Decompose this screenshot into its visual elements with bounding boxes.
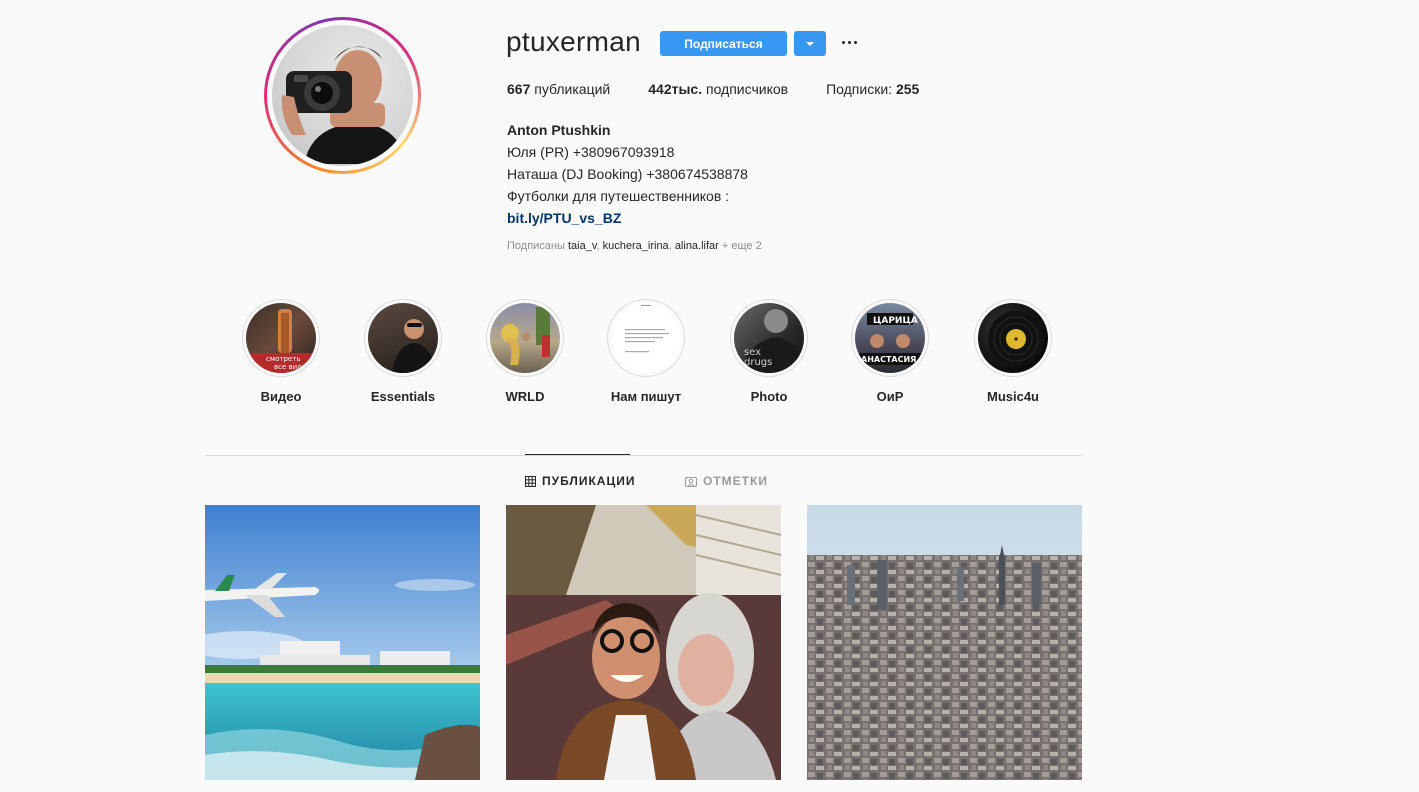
post-thumbnail[interactable] bbox=[506, 505, 781, 780]
avatar-portrait-icon bbox=[281, 46, 406, 164]
followed-by-more: + еще 2 bbox=[721, 240, 762, 252]
follow-button[interactable]: Подписаться bbox=[660, 31, 787, 56]
highlight-cover-text: АНАСТАСИЯ bbox=[861, 355, 916, 364]
full-name: Anton Ptushkin bbox=[507, 122, 611, 138]
tab-posts[interactable]: ПУБЛИКАЦИИ bbox=[525, 474, 635, 488]
followed-by-prefix: Подписаны bbox=[507, 240, 565, 252]
highlight-cover-text: drugs bbox=[744, 357, 772, 368]
highlight-cover-text: все видео bbox=[274, 363, 311, 371]
profile-avatar[interactable] bbox=[264, 17, 421, 174]
vinyl-record-icon bbox=[988, 311, 1044, 367]
following-stat[interactable]: Подписки: 255 bbox=[826, 81, 919, 97]
posts-label: публикаций bbox=[534, 81, 611, 97]
highlight-cover-text: ЦАРИЦА bbox=[873, 316, 918, 326]
highlight-cover bbox=[978, 303, 1048, 373]
username: ptuxerman bbox=[506, 26, 641, 57]
highlight-label: WRLD bbox=[505, 389, 545, 404]
bio-link[interactable]: bit.ly/PTU_vs_BZ bbox=[507, 207, 748, 229]
posts-count: 667 bbox=[507, 81, 531, 97]
followers-stat[interactable]: 442тыс. подписчиков bbox=[648, 81, 788, 97]
followed-by[interactable]: Подписаны taia_v, kuchera_irina, alina.l… bbox=[507, 240, 762, 252]
highlight-ring bbox=[607, 299, 685, 377]
more-dot bbox=[847, 40, 851, 44]
followers-label: подписчиков bbox=[706, 81, 789, 97]
followers-count: 442тыс. bbox=[648, 81, 703, 97]
profile-bio: Anton Ptushkin Юля (PR) +380967093918 На… bbox=[507, 119, 748, 229]
highlight-cover: смотреть все видео bbox=[246, 303, 316, 373]
bio-line: Наташа (DJ Booking) +380674538878 bbox=[507, 166, 748, 182]
highlight-essentials[interactable]: Essentials bbox=[364, 299, 442, 404]
highlight-cover: sex drugs bbox=[734, 303, 804, 373]
highlight-cover bbox=[611, 303, 681, 373]
highlight-music4u[interactable]: Music4u bbox=[974, 299, 1052, 404]
highlight-label: Essentials bbox=[370, 389, 436, 404]
highlight-cover-art bbox=[501, 307, 550, 365]
highlight-oir[interactable]: ЦАРИЦА АНАСТАСИЯ ОиР bbox=[851, 299, 929, 404]
posts-stat: 667 публикаций bbox=[507, 81, 610, 97]
highlight-ring bbox=[486, 299, 564, 377]
bio-line: Юля (PR) +380967093918 bbox=[507, 144, 675, 160]
follower-name[interactable]: alina.lifar bbox=[675, 240, 719, 252]
profile-stats: 667 публикаций 442тыс. подписчиков Подпи… bbox=[507, 81, 957, 97]
grid-icon bbox=[525, 475, 536, 487]
follower-name[interactable]: kuchera_irina bbox=[603, 240, 669, 252]
highlight-ring: sex drugs bbox=[730, 299, 808, 377]
chevron-down-icon bbox=[806, 41, 814, 46]
highlight-photo[interactable]: sex drugs Photo bbox=[730, 299, 808, 404]
more-options-icon[interactable] bbox=[840, 33, 858, 51]
highlight-cover-art bbox=[625, 305, 669, 353]
highlight-wrld[interactable]: WRLD bbox=[486, 299, 564, 404]
avatar-photo bbox=[272, 25, 413, 166]
highlight-cover-text: смотреть bbox=[266, 355, 300, 363]
highlight-ring: смотреть все видео bbox=[242, 299, 320, 377]
more-dot bbox=[841, 40, 845, 44]
post-thumbnail[interactable] bbox=[807, 505, 1082, 780]
tagged-icon bbox=[685, 476, 697, 487]
follower-name[interactable]: taia_v bbox=[568, 240, 597, 252]
highlight-label: Music4u bbox=[986, 389, 1039, 404]
post-image-selfie bbox=[506, 505, 781, 780]
active-tab-indicator bbox=[525, 454, 630, 455]
highlight-label: Photo bbox=[750, 389, 788, 404]
highlight-ring: ЦАРИЦА АНАСТАСИЯ bbox=[851, 299, 929, 377]
highlight-ring bbox=[974, 299, 1052, 377]
highlight-video[interactable]: смотреть все видео Видео bbox=[242, 299, 320, 404]
highlight-cover bbox=[368, 303, 438, 373]
post-image-beach-plane bbox=[205, 505, 480, 780]
highlight-cover-art: ЦАРИЦА АНАСТАСИЯ bbox=[859, 313, 921, 365]
following-label: Подписки: bbox=[826, 81, 893, 97]
highlight-label: Нам пишут bbox=[610, 389, 682, 404]
highlight-cover: ЦАРИЦА АНАСТАСИЯ bbox=[855, 303, 925, 373]
bio-line: Футболки для путешественников : bbox=[507, 188, 730, 204]
tabs-divider bbox=[205, 455, 1082, 456]
highlight-cover bbox=[490, 303, 560, 373]
highlight-label: ОиР bbox=[876, 389, 904, 404]
more-dot bbox=[853, 40, 857, 44]
tab-tagged-label: ОТМЕТКИ bbox=[703, 474, 768, 488]
highlight-cover-art bbox=[392, 319, 436, 373]
post-thumbnail[interactable] bbox=[205, 505, 480, 780]
suggestions-dropdown-button[interactable] bbox=[794, 31, 826, 56]
highlight-cover-art: смотреть все видео bbox=[246, 309, 316, 373]
avatar-border bbox=[267, 20, 418, 171]
tab-posts-label: ПУБЛИКАЦИИ bbox=[542, 474, 636, 488]
post-image-city bbox=[807, 505, 1082, 780]
highlight-ring bbox=[364, 299, 442, 377]
following-count: 255 bbox=[895, 81, 920, 97]
highlight-nam-pishut[interactable]: Нам пишут bbox=[607, 299, 685, 404]
tab-tagged[interactable]: ОТМЕТКИ bbox=[685, 474, 768, 488]
highlight-cover-art: sex drugs bbox=[740, 309, 804, 373]
highlight-label: Видео bbox=[260, 389, 302, 404]
